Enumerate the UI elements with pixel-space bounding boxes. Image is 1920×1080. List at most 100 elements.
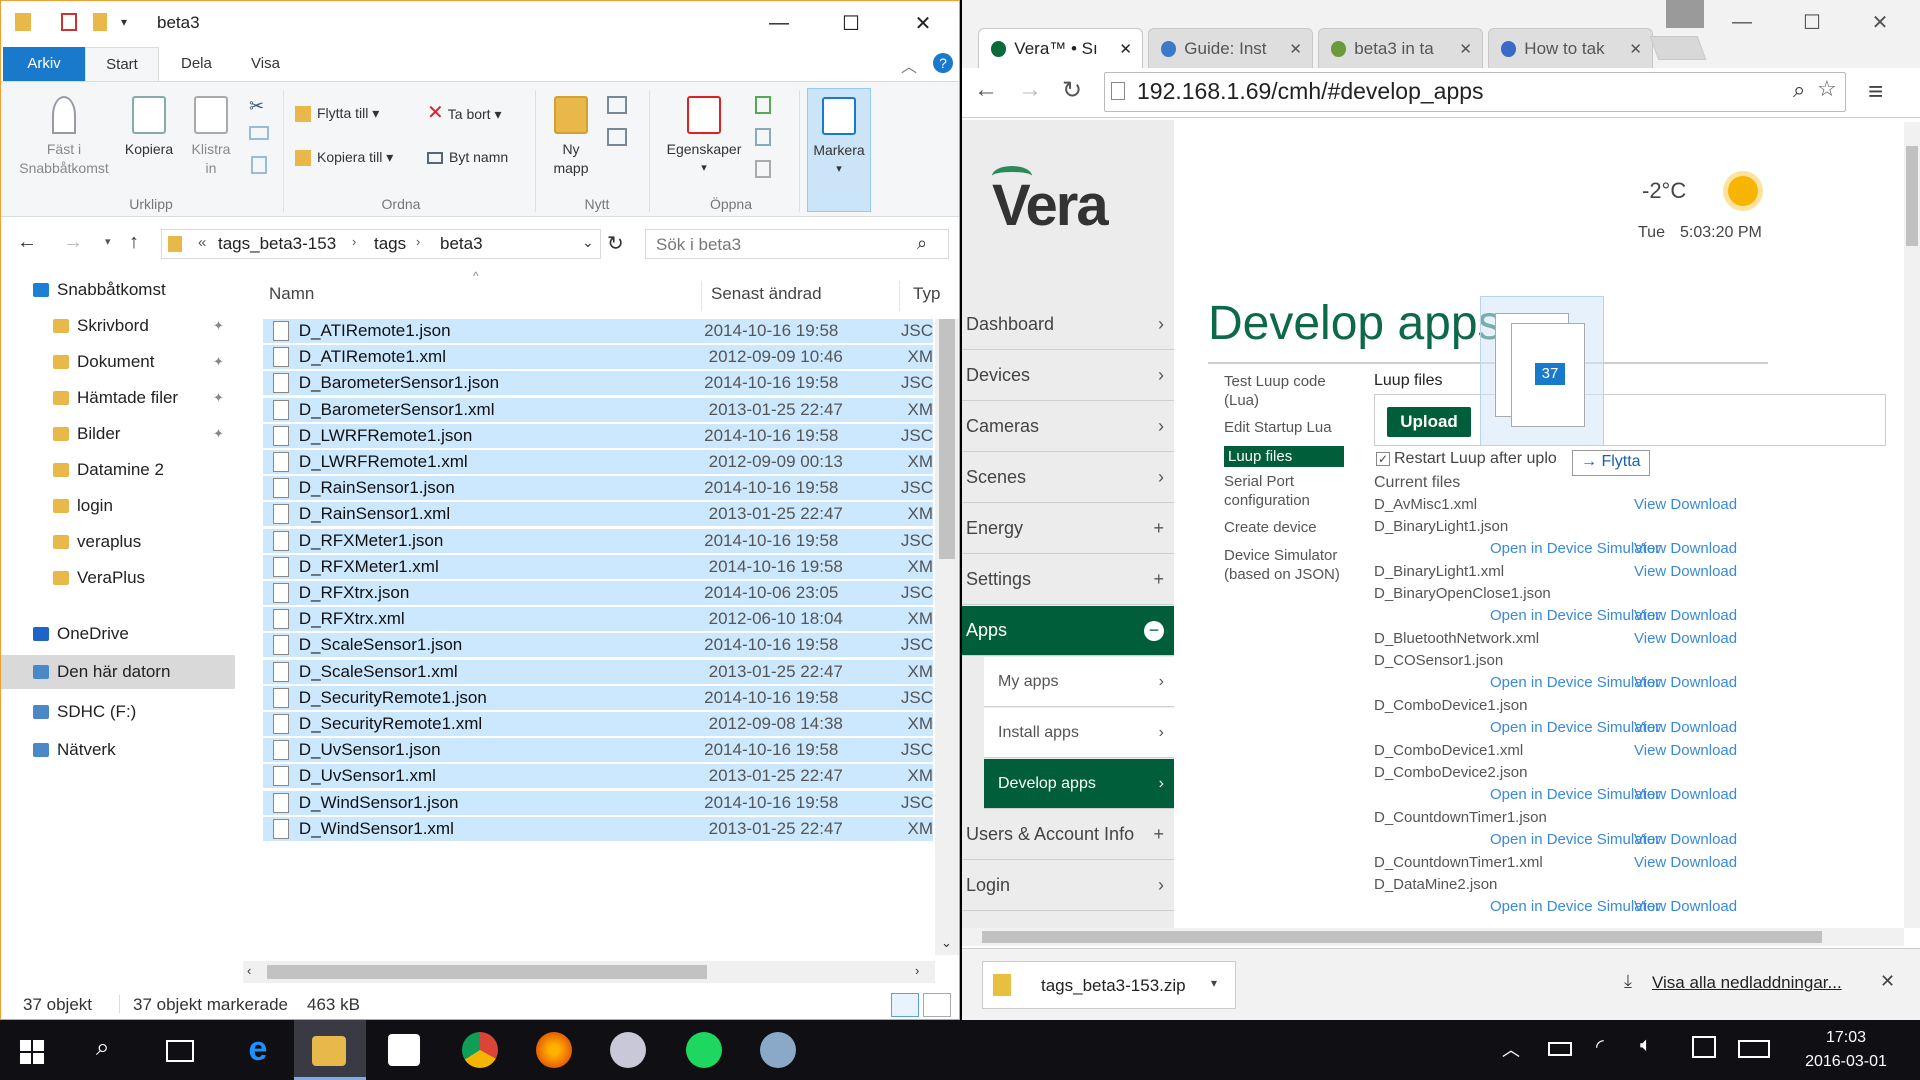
show-all-downloads-link[interactable]: Visa alla nedladdningar... — [1652, 973, 1842, 993]
submenu-develop-apps[interactable]: Develop apps › — [984, 759, 1174, 809]
download-options-icon[interactable]: ▾ — [1211, 976, 1217, 990]
back-icon[interactable]: ← — [17, 231, 37, 254]
table-row[interactable]: D_LWRFRemote1.xml 2012-09-09 00:13 XM — [263, 450, 933, 476]
refresh-icon[interactable]: ↻ — [607, 231, 624, 256]
submenu-my-apps[interactable]: My apps › — [984, 657, 1174, 707]
breadcrumb-beta3[interactable]: beta3 — [440, 234, 483, 254]
tab-2[interactable]: Guide: Inst ✕ — [1148, 28, 1313, 68]
tab-visa[interactable]: Visa — [231, 47, 300, 81]
nav-item-sdhc-f-[interactable]: SDHC (F:) — [1, 695, 235, 729]
copy-path-icon[interactable] — [249, 126, 269, 140]
back-icon[interactable]: ← — [974, 76, 998, 104]
table-row[interactable]: D_UvSensor1.xml 2013-01-25 22:47 XM — [263, 764, 933, 791]
menu-devices[interactable]: Devices › — [962, 351, 1174, 401]
new-folder-button[interactable]: Ny mapp — [547, 96, 595, 178]
profile-icon[interactable] — [1666, 0, 1704, 28]
nav-item-bilder[interactable]: Bilder ✦ — [1, 417, 235, 451]
breadcrumb-overflow[interactable]: « — [198, 234, 206, 251]
view-download-link[interactable]: View Download — [1634, 607, 1737, 624]
volume-icon[interactable]: 🔈︎ — [1640, 1034, 1652, 1057]
properties-button[interactable]: Egenskaper ▾ — [661, 96, 747, 178]
reload-icon[interactable]: ↻ — [1062, 76, 1082, 105]
breadcrumb-tags-beta3[interactable]: tags_beta3-153 — [218, 234, 336, 254]
tab-1[interactable]: Vera™ • Sı ✕ — [978, 28, 1143, 68]
nav-item-n-tverk[interactable]: Nätverk — [1, 733, 235, 767]
table-row[interactable]: D_SecurityRemote1.json 2014-10-16 19:58 JS… — [263, 685, 933, 712]
scrollbar-thumb[interactable] — [982, 931, 1822, 943]
nav-item-den-h-r-datorn[interactable]: Den här datorn — [1, 655, 235, 689]
address-box[interactable]: « tags_beta3-153 › tags › beta3 ⌄ — [161, 229, 601, 259]
column-header-name[interactable]: Namn — [269, 273, 314, 315]
chrome-maximize-button[interactable]: ☐ — [1776, 0, 1848, 44]
tab-3[interactable]: beta3 in ta ✕ — [1318, 28, 1483, 68]
menu-scenes[interactable]: Scenes › — [962, 453, 1174, 503]
view-download-link[interactable]: View Download — [1634, 831, 1737, 848]
show-hidden-icons-icon[interactable]: ︿ — [1502, 1036, 1520, 1062]
nav-item-veraplus[interactable]: veraplus — [1, 525, 235, 559]
table-row[interactable]: D_RFXtrx.json 2014-10-06 23:05 JSC — [263, 581, 933, 607]
move-to-button[interactable]: Flytta till ▾ — [295, 104, 379, 123]
up-icon[interactable]: ↑ — [129, 231, 139, 254]
system-clock[interactable]: 17:03 2016-03-01 — [1780, 1026, 1912, 1074]
breadcrumb-tags[interactable]: tags — [374, 234, 406, 254]
nav-item-veraplus[interactable]: VeraPlus — [1, 561, 235, 595]
column-header-type[interactable]: Typ — [913, 273, 940, 315]
dev-link-1[interactable]: Test Luup code (Lua) — [1224, 372, 1344, 410]
tab-start[interactable]: Start — [85, 47, 159, 81]
details-view-icon[interactable] — [891, 993, 919, 1017]
edge-icon[interactable]: e — [238, 1030, 278, 1070]
bookmark-star-icon[interactable]: ☆ — [1817, 76, 1837, 102]
page-horizontal-scrollbar[interactable] — [962, 928, 1904, 946]
minimize-button[interactable]: — — [743, 1, 815, 45]
store-icon[interactable] — [388, 1034, 420, 1066]
copy-button[interactable]: Kopiera — [119, 96, 179, 159]
view-download-link[interactable]: View Download — [1634, 540, 1737, 557]
download-item[interactable]: tags_beta3-153.zip ▾ — [982, 961, 1236, 1009]
tab-arkiv[interactable]: Arkiv — [3, 47, 85, 81]
scroll-right-icon[interactable]: › — [915, 963, 919, 978]
menu-login[interactable]: Login › — [962, 861, 1174, 911]
large-icons-view-icon[interactable] — [923, 993, 951, 1017]
tab-close-icon[interactable]: ✕ — [1289, 40, 1302, 58]
paste-shortcut-icon[interactable] — [251, 156, 267, 174]
task-view-icon[interactable] — [166, 1040, 194, 1062]
table-row[interactable]: D_ScaleSensor1.json 2014-10-16 19:58 JSC — [263, 633, 933, 660]
page-vertical-scrollbar[interactable] — [1904, 122, 1920, 928]
quick-access-dropdown-icon[interactable]: ▾ — [121, 15, 127, 29]
table-row[interactable]: D_RFXtrx.xml 2012-06-10 18:04 XM — [263, 607, 933, 634]
nav-item-datamine-2[interactable]: Datamine 2 — [1, 453, 235, 487]
menu-dashboard[interactable]: Dashboard › — [962, 300, 1174, 350]
table-row[interactable]: D_WindSensor1.json 2014-10-16 19:58 JSC — [263, 790, 933, 817]
forward-icon[interactable]: → — [63, 231, 83, 254]
dev-link-5[interactable]: Create device — [1224, 518, 1344, 537]
forward-icon[interactable]: → — [1018, 76, 1042, 104]
search-icon[interactable]: ⌕ — [917, 233, 927, 254]
spotify-icon[interactable] — [686, 1032, 722, 1068]
breadcrumb-chevron-icon[interactable]: › — [416, 234, 420, 249]
table-row[interactable]: D_RFXMeter1.xml 2014-10-16 19:58 XM — [263, 554, 933, 581]
touch-keyboard-icon[interactable] — [1738, 1040, 1770, 1058]
select-button[interactable]: Markera ▾ — [807, 88, 871, 212]
scrollbar-thumb[interactable] — [267, 965, 707, 979]
open-icon[interactable] — [755, 96, 771, 114]
help-icon[interactable]: ? — [933, 53, 953, 73]
menu-settings[interactable]: Settings + — [962, 555, 1174, 605]
nav-item-snabb-tkomst[interactable]: Snabbåtkomst — [1, 273, 235, 307]
dev-link-4[interactable]: Serial Port configuration — [1224, 472, 1344, 510]
table-row[interactable]: D_BarometerSensor1.json 2014-10-16 19:58 J… — [263, 371, 933, 398]
menu-users-account-info[interactable]: Users & Account Info + — [962, 810, 1174, 860]
view-download-link[interactable]: View Download — [1634, 674, 1737, 691]
start-icon[interactable] — [20, 1040, 44, 1064]
table-row[interactable]: D_UvSensor1.json 2014-10-16 19:58 JSC — [263, 738, 933, 765]
dev-link-6[interactable]: Device Simulator (based on JSON) — [1224, 546, 1344, 584]
submenu-install-apps[interactable]: Install apps › — [984, 708, 1174, 758]
scroll-left-icon[interactable]: ‹ — [247, 963, 251, 978]
scrollbar-thumb[interactable] — [939, 319, 955, 559]
vertical-scrollbar[interactable]: ⌄ — [935, 319, 959, 955]
tab-dela[interactable]: Dela — [161, 47, 232, 81]
nav-item-skrivbord[interactable]: Skrivbord ✦ — [1, 309, 235, 343]
search-icon[interactable]: ⌕ — [96, 1034, 109, 1062]
table-row[interactable]: D_BarometerSensor1.xml 2013-01-25 22:47 XM — [263, 397, 933, 424]
pin-quick-access-button[interactable]: Fäst i Snabbåtkomst — [9, 96, 119, 178]
view-download-link[interactable]: View Download — [1634, 630, 1737, 647]
